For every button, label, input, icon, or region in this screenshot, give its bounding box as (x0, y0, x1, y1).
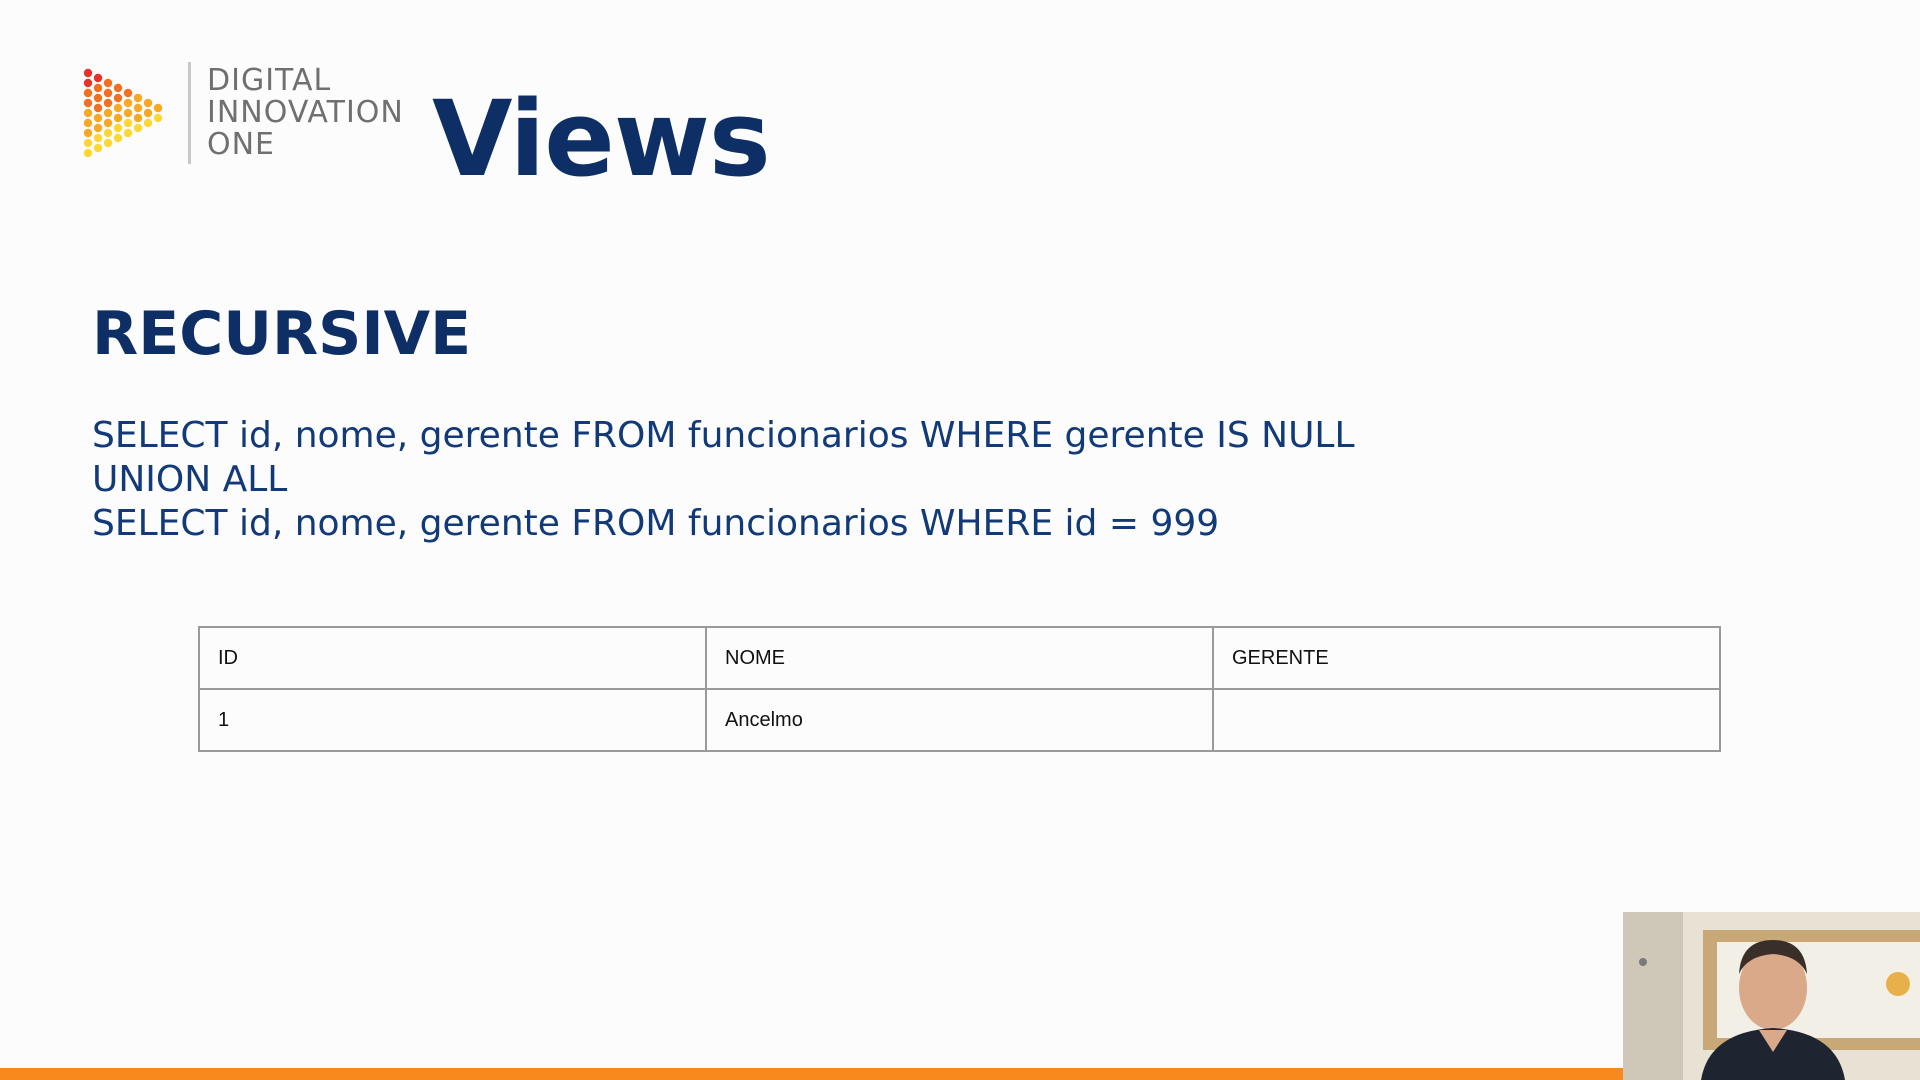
table-header-row: ID NOME GERENTE (198, 626, 1721, 690)
logo-dot (133, 123, 143, 133)
logo-dot (83, 108, 93, 118)
logo-dot (103, 138, 113, 148)
column-header-gerente: GERENTE (1212, 626, 1721, 690)
logo-dot (123, 128, 133, 138)
dio-logo-icon (83, 68, 163, 158)
logo-dot (113, 123, 123, 133)
logo-text-line: ONE (207, 127, 276, 162)
logo-dot (93, 143, 103, 153)
logo-text-line: DIGITAL (207, 63, 332, 98)
logo-dot (103, 108, 113, 118)
logo-dot (133, 103, 143, 113)
logo-dot (153, 103, 163, 113)
column-header-nome: NOME (705, 626, 1214, 690)
sql-query: SELECT id, nome, gerente FROM funcionari… (92, 414, 1355, 546)
logo-dot (133, 93, 143, 103)
logo-dot (83, 98, 93, 108)
digital-innovation-one-logo: DIGITAL INNOVATION ONE (82, 62, 404, 164)
logo-wordmark: DIGITAL INNOVATION ONE (207, 65, 404, 161)
logo-text-line: INNOVATION (207, 95, 404, 130)
logo-dot (113, 103, 123, 113)
logo-dot (143, 108, 153, 118)
logo-dot (143, 98, 153, 108)
table-row: 1 Ancelmo (198, 688, 1721, 752)
logo-dot (83, 68, 93, 78)
logo-dot (103, 78, 113, 88)
logo-dot (93, 113, 103, 123)
column-header-id: ID (198, 626, 707, 690)
logo-dot (113, 133, 123, 143)
logo-dot (93, 93, 103, 103)
logo-dot (113, 83, 123, 93)
slide-title: Views (432, 78, 771, 200)
logo-dot (93, 83, 103, 93)
logo-dot (83, 148, 93, 158)
logo-dot (93, 73, 103, 83)
sql-line: UNION ALL (92, 459, 288, 500)
logo-dot (123, 108, 133, 118)
logo-dot (93, 103, 103, 113)
logo-dot (83, 138, 93, 148)
logo-dot (113, 93, 123, 103)
logo-divider (188, 62, 191, 164)
webcam-video (1623, 912, 1920, 1080)
logo-dot (93, 133, 103, 143)
logo-dot (103, 128, 113, 138)
logo-dot (123, 118, 133, 128)
logo-dot (83, 118, 93, 128)
logo-dot (123, 88, 133, 98)
logo-dot (103, 118, 113, 128)
sql-line: SELECT id, nome, gerente FROM funcionari… (92, 415, 1355, 456)
logo-dot (83, 88, 93, 98)
logo-dot (103, 98, 113, 108)
logo-dot (123, 98, 133, 108)
table-cell-gerente (1212, 688, 1721, 752)
webcam-presenter-image (1623, 912, 1920, 1080)
logo-dot (103, 88, 113, 98)
logo-dot (93, 123, 103, 133)
logo-dot (143, 118, 153, 128)
logo-dot (133, 113, 143, 123)
table-cell-nome: Ancelmo (705, 688, 1214, 752)
table-cell-id: 1 (198, 688, 707, 752)
logo-dot (113, 113, 123, 123)
logo-dot (83, 78, 93, 88)
sql-line: SELECT id, nome, gerente FROM funcionari… (92, 503, 1220, 544)
logo-dot (83, 128, 93, 138)
result-table: ID NOME GERENTE 1 Ancelmo (198, 626, 1721, 752)
logo-dot (153, 113, 163, 123)
section-heading: RECURSIVE (92, 299, 472, 369)
